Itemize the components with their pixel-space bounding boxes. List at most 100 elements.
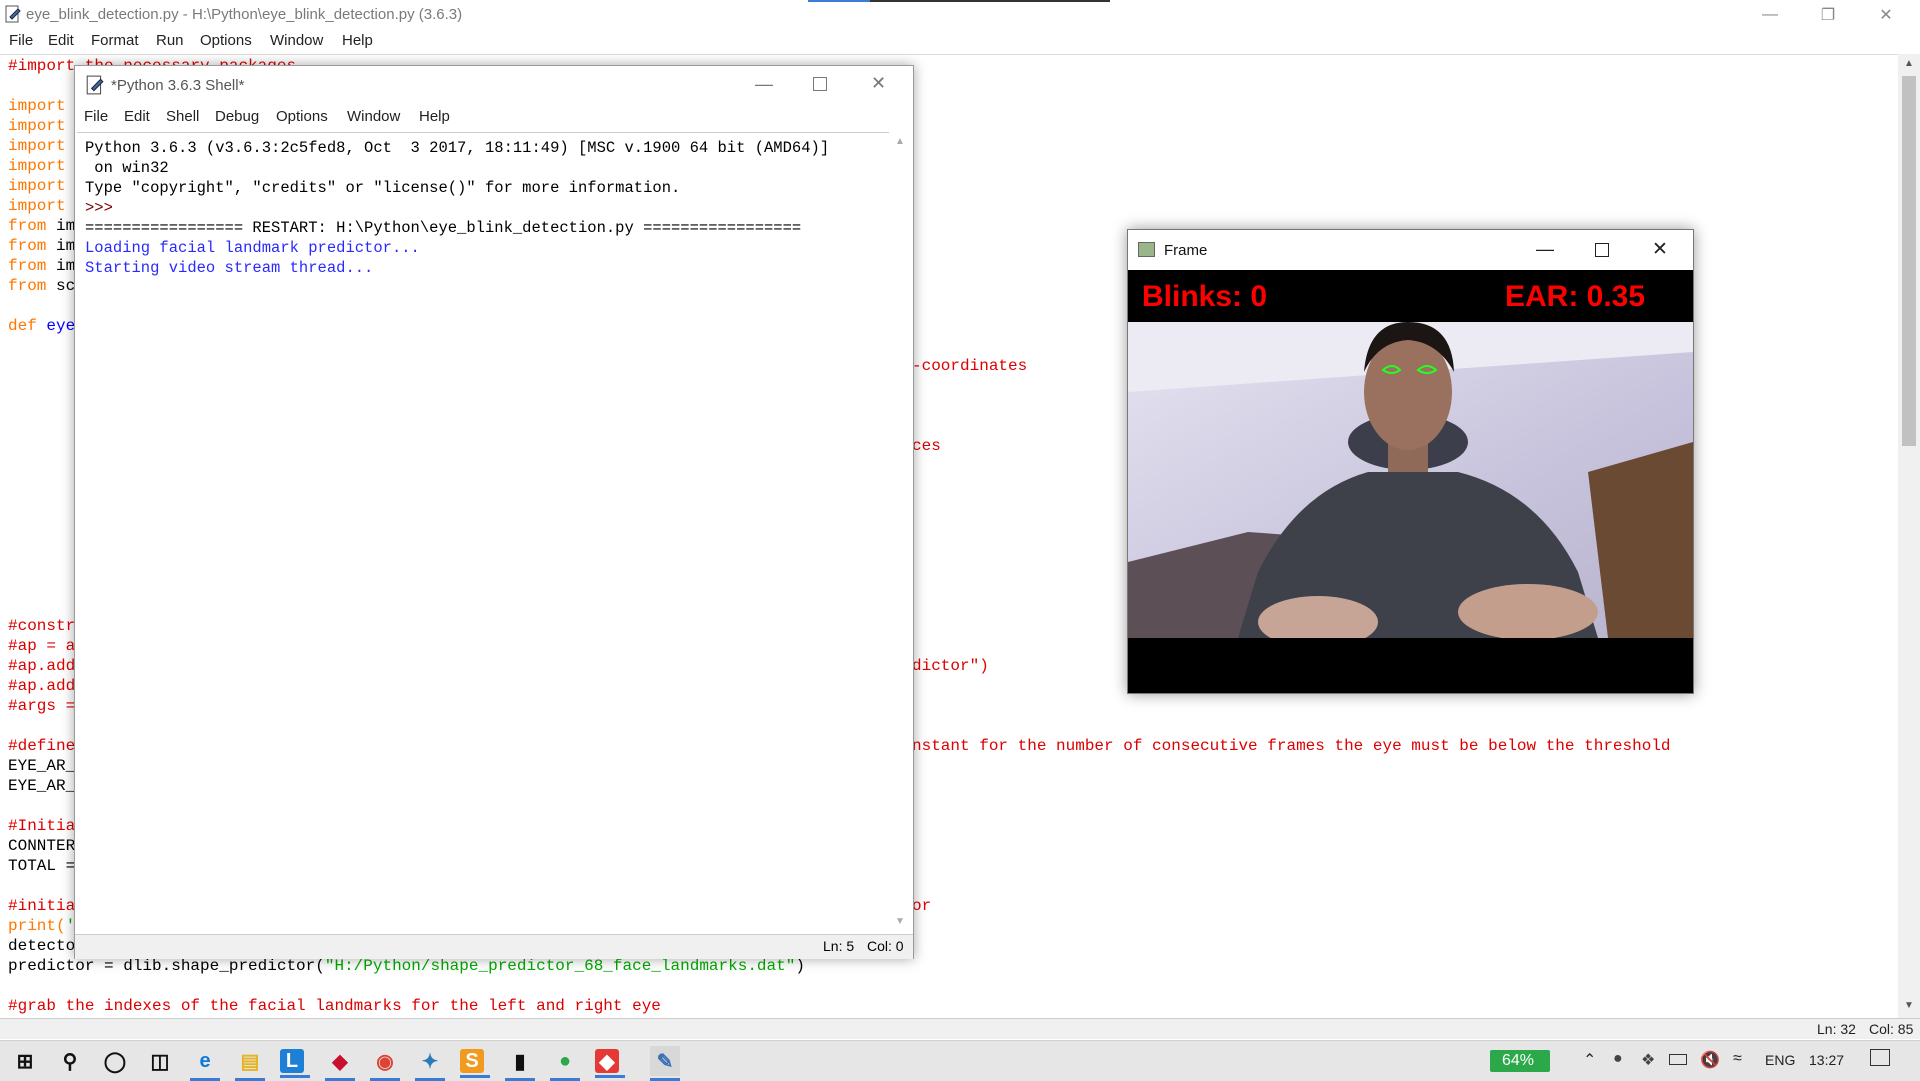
scroll-down-arrow-icon[interactable]: ▼	[1904, 1000, 1914, 1011]
code-line: #Initia	[8, 817, 75, 835]
idle-file-icon	[5, 5, 21, 23]
code-line: #ap.add	[8, 677, 75, 695]
code-token: import	[8, 97, 66, 115]
tray-overflow-chevron-icon[interactable]: ⌃	[1583, 1050, 1596, 1070]
shell-menu-help[interactable]: Help	[419, 108, 450, 125]
menu-help[interactable]: Help	[342, 32, 373, 49]
code-line: import	[8, 177, 66, 195]
shell-menubar: File Edit Shell Debug Options Window Hel…	[75, 104, 913, 130]
taskbar-running-indicator	[595, 1075, 625, 1078]
shell-maximize-button[interactable]	[813, 77, 827, 91]
search-icon[interactable]: ⚲	[55, 1046, 85, 1076]
shell-menu-edit[interactable]: Edit	[124, 108, 150, 125]
notification-center-icon[interactable]	[1870, 1049, 1890, 1066]
code-line: print('	[8, 917, 75, 935]
code-token: #constr	[8, 617, 76, 635]
battery-percentage-text: 64%	[1502, 1052, 1535, 1069]
shell-menu-shell[interactable]: Shell	[166, 108, 199, 125]
shell-column-number: Col: 0	[867, 938, 904, 954]
menu-edit[interactable]: Edit	[48, 32, 74, 49]
code-line: import	[8, 157, 66, 175]
frame-maximize-button[interactable]	[1595, 243, 1609, 257]
tray-battery-icon[interactable]	[1669, 1054, 1687, 1065]
code-token: #Initia	[8, 817, 76, 835]
code-token: from	[8, 237, 47, 255]
cortana-icon[interactable]: ◯	[100, 1046, 130, 1076]
code-line: from im	[8, 217, 75, 235]
code-line: def eye	[8, 317, 75, 335]
taskbar-running-indicator	[460, 1075, 490, 1078]
shell-vertical-scrollbar[interactable]: ▲ ▼	[889, 132, 911, 934]
code-line: #ap.add	[8, 657, 75, 675]
shell-window-title: *Python 3.6.3 Shell*	[111, 77, 245, 94]
editor-close-button[interactable]: ✕	[1857, 0, 1915, 30]
shell-output-line: on win32	[85, 159, 169, 177]
task-view-icon[interactable]: ◫	[145, 1046, 175, 1076]
frame-close-button[interactable]: ✕	[1652, 238, 1668, 261]
shell-scroll-up-icon[interactable]: ▲	[895, 136, 905, 147]
menu-options[interactable]: Options	[200, 32, 252, 49]
tray-security-icon[interactable]: ●	[1613, 1050, 1623, 1068]
sublime-text-icon[interactable]: S	[460, 1049, 490, 1078]
shell-menu-window[interactable]: Window	[347, 108, 400, 125]
chrome-icon[interactable]: ◉	[370, 1046, 400, 1081]
shell-output-line: Type "copyright", "credits" or "license(…	[85, 179, 681, 197]
editor-scrollbar-thumb[interactable]	[1902, 76, 1916, 446]
menu-window[interactable]: Window	[270, 32, 323, 49]
python-idle-icon[interactable]: ✎	[650, 1046, 680, 1081]
feather-app-icon[interactable]: ✦	[415, 1046, 445, 1081]
code-line: EYE_AR_	[8, 757, 75, 775]
webcam-image	[1128, 322, 1693, 638]
shell-output-line: >>>	[85, 199, 123, 217]
shell-minimize-button[interactable]: —	[755, 74, 773, 95]
code-fragment: ces	[912, 437, 941, 455]
editor-minimize-button[interactable]: —	[1741, 0, 1799, 30]
menu-format[interactable]: Format	[91, 32, 139, 49]
code-token: #import	[8, 57, 76, 75]
anydesk-icon[interactable]: ◆	[595, 1049, 625, 1078]
mcafee-icon[interactable]: ◆	[325, 1046, 355, 1081]
file-explorer-icon[interactable]: ▤	[235, 1046, 265, 1081]
tray-dropbox-icon[interactable]: ❖	[1641, 1050, 1655, 1070]
shell-titlebar[interactable]: *Python 3.6.3 Shell* — ✕	[75, 66, 913, 104]
code-token: TOTAL =	[8, 857, 76, 875]
code-token: def	[8, 317, 37, 335]
editor-vertical-scrollbar[interactable]: ▲ ▼	[1898, 54, 1920, 1018]
menu-file[interactable]: File	[9, 32, 33, 49]
menu-run[interactable]: Run	[156, 32, 184, 49]
l-app-icon[interactable]: L	[280, 1049, 310, 1078]
code-token: im	[46, 217, 76, 235]
tray-clock[interactable]: 13:27	[1809, 1052, 1844, 1068]
editor-statusbar: Ln: 32 Col: 85	[0, 1018, 1920, 1039]
shell-scroll-down-icon[interactable]: ▼	[895, 916, 905, 927]
code-token: CONNTER	[8, 837, 76, 855]
code-token: print(	[8, 917, 66, 935]
editor-restore-button[interactable]: ❐	[1799, 0, 1857, 30]
shell-output-area[interactable]: Python 3.6.3 (v3.6.3:2c5fed8, Oct 3 2017…	[77, 132, 889, 935]
code-token: #ap.add	[8, 677, 76, 695]
code-line: import	[8, 117, 66, 135]
tray-volume-muted-icon[interactable]: 🔇	[1700, 1050, 1720, 1070]
edge-icon[interactable]: e	[190, 1046, 220, 1081]
tray-language[interactable]: ENG	[1765, 1052, 1795, 1068]
green-app-icon[interactable]: ●	[550, 1046, 580, 1081]
shell-output-line: ================= RESTART: H:\Python\eye…	[85, 219, 802, 237]
shell-close-button[interactable]: ✕	[871, 73, 886, 94]
windows-start-icon[interactable]: ⊞	[10, 1046, 40, 1076]
battery-percentage-badge: 64%	[1490, 1050, 1550, 1072]
code-fragment: nstant for the number of consecutive fra…	[912, 737, 1671, 755]
frame-window-title: Frame	[1164, 242, 1208, 259]
tray-wifi-icon[interactable]: ≈	[1733, 1050, 1742, 1068]
shell-menu-debug[interactable]: Debug	[215, 108, 259, 125]
code-line: predictor = dlib.shape_predictor("H:/Pyt…	[8, 957, 805, 975]
taskbar-running-indicator	[280, 1075, 310, 1078]
shell-menu-options[interactable]: Options	[276, 108, 328, 125]
frame-minimize-button[interactable]: —	[1536, 239, 1554, 260]
scroll-up-arrow-icon[interactable]: ▲	[1904, 58, 1914, 69]
terminal-icon[interactable]: ▮	[505, 1046, 535, 1081]
code-token: EYE_AR_	[8, 757, 76, 775]
code-line: import	[8, 197, 66, 215]
shell-menu-file[interactable]: File	[84, 108, 108, 125]
frame-titlebar[interactable]: Frame — ✕	[1128, 230, 1693, 270]
code-token: import	[8, 137, 66, 155]
